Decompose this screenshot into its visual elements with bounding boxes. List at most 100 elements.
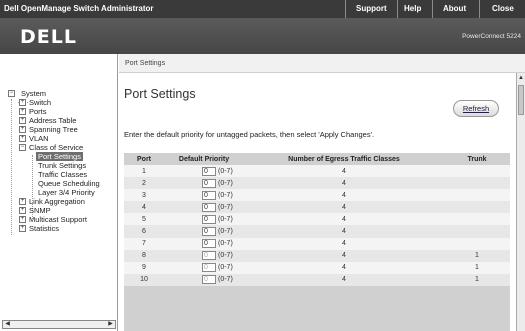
tree-item-multicast-support[interactable]: Multicast Support	[29, 215, 87, 224]
priority-input[interactable]	[202, 190, 216, 200]
collapse-icon[interactable]: −	[8, 90, 15, 97]
table-row: 7 (0-7) 4	[124, 237, 510, 250]
priority-input[interactable]	[202, 214, 216, 224]
expand-icon[interactable]: +	[19, 117, 26, 124]
expand-icon[interactable]: +	[19, 99, 26, 106]
tree-item-ports[interactable]: Ports	[29, 107, 47, 116]
priority-cell: (0-7)	[164, 261, 244, 274]
priority-range-label: (0-7)	[218, 203, 233, 211]
title-separator	[397, 0, 398, 18]
priority-range-label: (0-7)	[218, 276, 233, 284]
priority-input[interactable]	[202, 251, 216, 261]
trunk-cell	[444, 165, 510, 178]
port-cell: 8	[124, 249, 164, 262]
breadcrumb: Port Settings	[119, 54, 525, 73]
priority-input[interactable]	[202, 202, 216, 212]
egress-classes-cell: 4	[244, 213, 444, 226]
expand-icon[interactable]: +	[19, 207, 26, 214]
logo-band: DELL PowerConnect 5224	[0, 18, 525, 54]
collapse-icon[interactable]: −	[19, 144, 26, 151]
page-title: Port Settings	[124, 87, 196, 101]
tree-item-traffic-classes[interactable]: Traffic Classes	[38, 170, 87, 179]
expand-icon[interactable]: +	[19, 108, 26, 115]
priority-range-label: (0-7)	[218, 167, 233, 175]
egress-classes-cell: 4	[244, 249, 444, 262]
instruction-text: Enter the default priority for untagged …	[124, 130, 375, 139]
product-name: PowerConnect 5224	[462, 33, 521, 40]
tree-item-system[interactable]: System	[21, 89, 46, 98]
title-separator	[345, 0, 346, 18]
tree-item-trunk-settings[interactable]: Trunk Settings	[38, 161, 86, 170]
priority-cell: (0-7)	[164, 165, 244, 178]
expand-icon[interactable]: +	[19, 135, 26, 142]
content-vertical-scrollbar[interactable]: ▲	[516, 73, 525, 331]
egress-classes-cell: 4	[244, 201, 444, 214]
scroll-thumb[interactable]	[518, 85, 524, 115]
dell-logo: DELL	[20, 26, 77, 48]
tree-item-layer-34-priority[interactable]: Layer 3/4 Priority	[38, 188, 95, 197]
priority-cell: (0-7)	[164, 273, 244, 286]
tree-item-queue-scheduling[interactable]: Queue Scheduling	[38, 179, 117, 188]
priority-cell: (0-7)	[164, 201, 244, 214]
tree-item-vlan[interactable]: VLAN	[29, 134, 49, 143]
priority-cell: (0-7)	[164, 177, 244, 190]
priority-range-label: (0-7)	[218, 215, 233, 223]
priority-range-label: (0-7)	[218, 228, 233, 236]
tree-item-link-aggregation[interactable]: Link Aggregation	[29, 197, 85, 206]
egress-classes-cell: 4	[244, 165, 444, 178]
priority-input[interactable]	[202, 263, 216, 273]
tree-horizontal-scrollbar[interactable]: ◀ ▶	[2, 320, 116, 329]
title-separator	[432, 0, 433, 18]
trunk-cell	[444, 201, 510, 214]
priority-cell: (0-7)	[164, 189, 244, 202]
trunk-cell: 1	[444, 249, 510, 262]
tree-item-spanning-tree[interactable]: Spanning Tree	[29, 125, 78, 134]
table-row: 9 (0-7) 41	[124, 261, 510, 274]
egress-classes-cell: 4	[244, 225, 444, 238]
priority-input[interactable]	[202, 166, 216, 176]
priority-input[interactable]	[202, 239, 216, 249]
help-link[interactable]: Help	[404, 4, 421, 13]
egress-classes-cell: 4	[244, 237, 444, 250]
tree-item-address-table[interactable]: Address Table	[29, 116, 76, 125]
scroll-left-icon[interactable]: ◀	[3, 321, 12, 328]
tree-item-snmp[interactable]: SNMP	[29, 206, 51, 215]
refresh-button[interactable]: Refresh	[453, 100, 499, 117]
egress-classes-cell: 4	[244, 189, 444, 202]
table-row: 4 (0-7) 4	[124, 201, 510, 214]
support-link[interactable]: Support	[356, 4, 387, 13]
table-row: 8 (0-7) 41	[124, 249, 510, 262]
priority-input[interactable]	[202, 275, 216, 285]
trunk-cell	[444, 225, 510, 238]
port-cell: 9	[124, 261, 164, 274]
about-link[interactable]: About	[443, 4, 466, 13]
header-port: Port	[137, 155, 151, 163]
port-cell: 1	[124, 165, 164, 178]
table-row: 10 (0-7) 41	[124, 273, 510, 286]
expand-icon[interactable]: +	[19, 216, 26, 223]
scroll-up-icon[interactable]: ▲	[517, 75, 525, 83]
expand-icon[interactable]: +	[19, 198, 26, 205]
priority-input[interactable]	[202, 227, 216, 237]
priority-range-label: (0-7)	[218, 264, 233, 272]
tree-item-port-settings[interactable]: Port Settings	[36, 152, 83, 161]
port-cell: 4	[124, 201, 164, 214]
expand-icon[interactable]: +	[19, 225, 26, 232]
table-row: 5 (0-7) 4	[124, 213, 510, 226]
priority-cell: (0-7)	[164, 213, 244, 226]
port-cell: 3	[124, 189, 164, 202]
table-header-row: Port Default Priority Number of Egress T…	[124, 153, 510, 165]
expand-icon[interactable]: +	[19, 126, 26, 133]
priority-input[interactable]	[202, 178, 216, 188]
port-cell: 6	[124, 225, 164, 238]
navigation-tree: − System + Switch + Ports + Address Tabl…	[0, 54, 118, 331]
scroll-right-icon[interactable]: ▶	[106, 321, 115, 328]
close-link[interactable]: Close	[492, 4, 514, 13]
tree-item-class-of-service[interactable]: Class of Service	[29, 143, 83, 152]
priority-cell: (0-7)	[164, 249, 244, 262]
priority-cell: (0-7)	[164, 237, 244, 250]
priority-cell: (0-7)	[164, 225, 244, 238]
egress-classes-cell: 4	[244, 261, 444, 274]
tree-item-switch[interactable]: Switch	[29, 98, 51, 107]
tree-item-statistics[interactable]: Statistics	[29, 224, 59, 233]
